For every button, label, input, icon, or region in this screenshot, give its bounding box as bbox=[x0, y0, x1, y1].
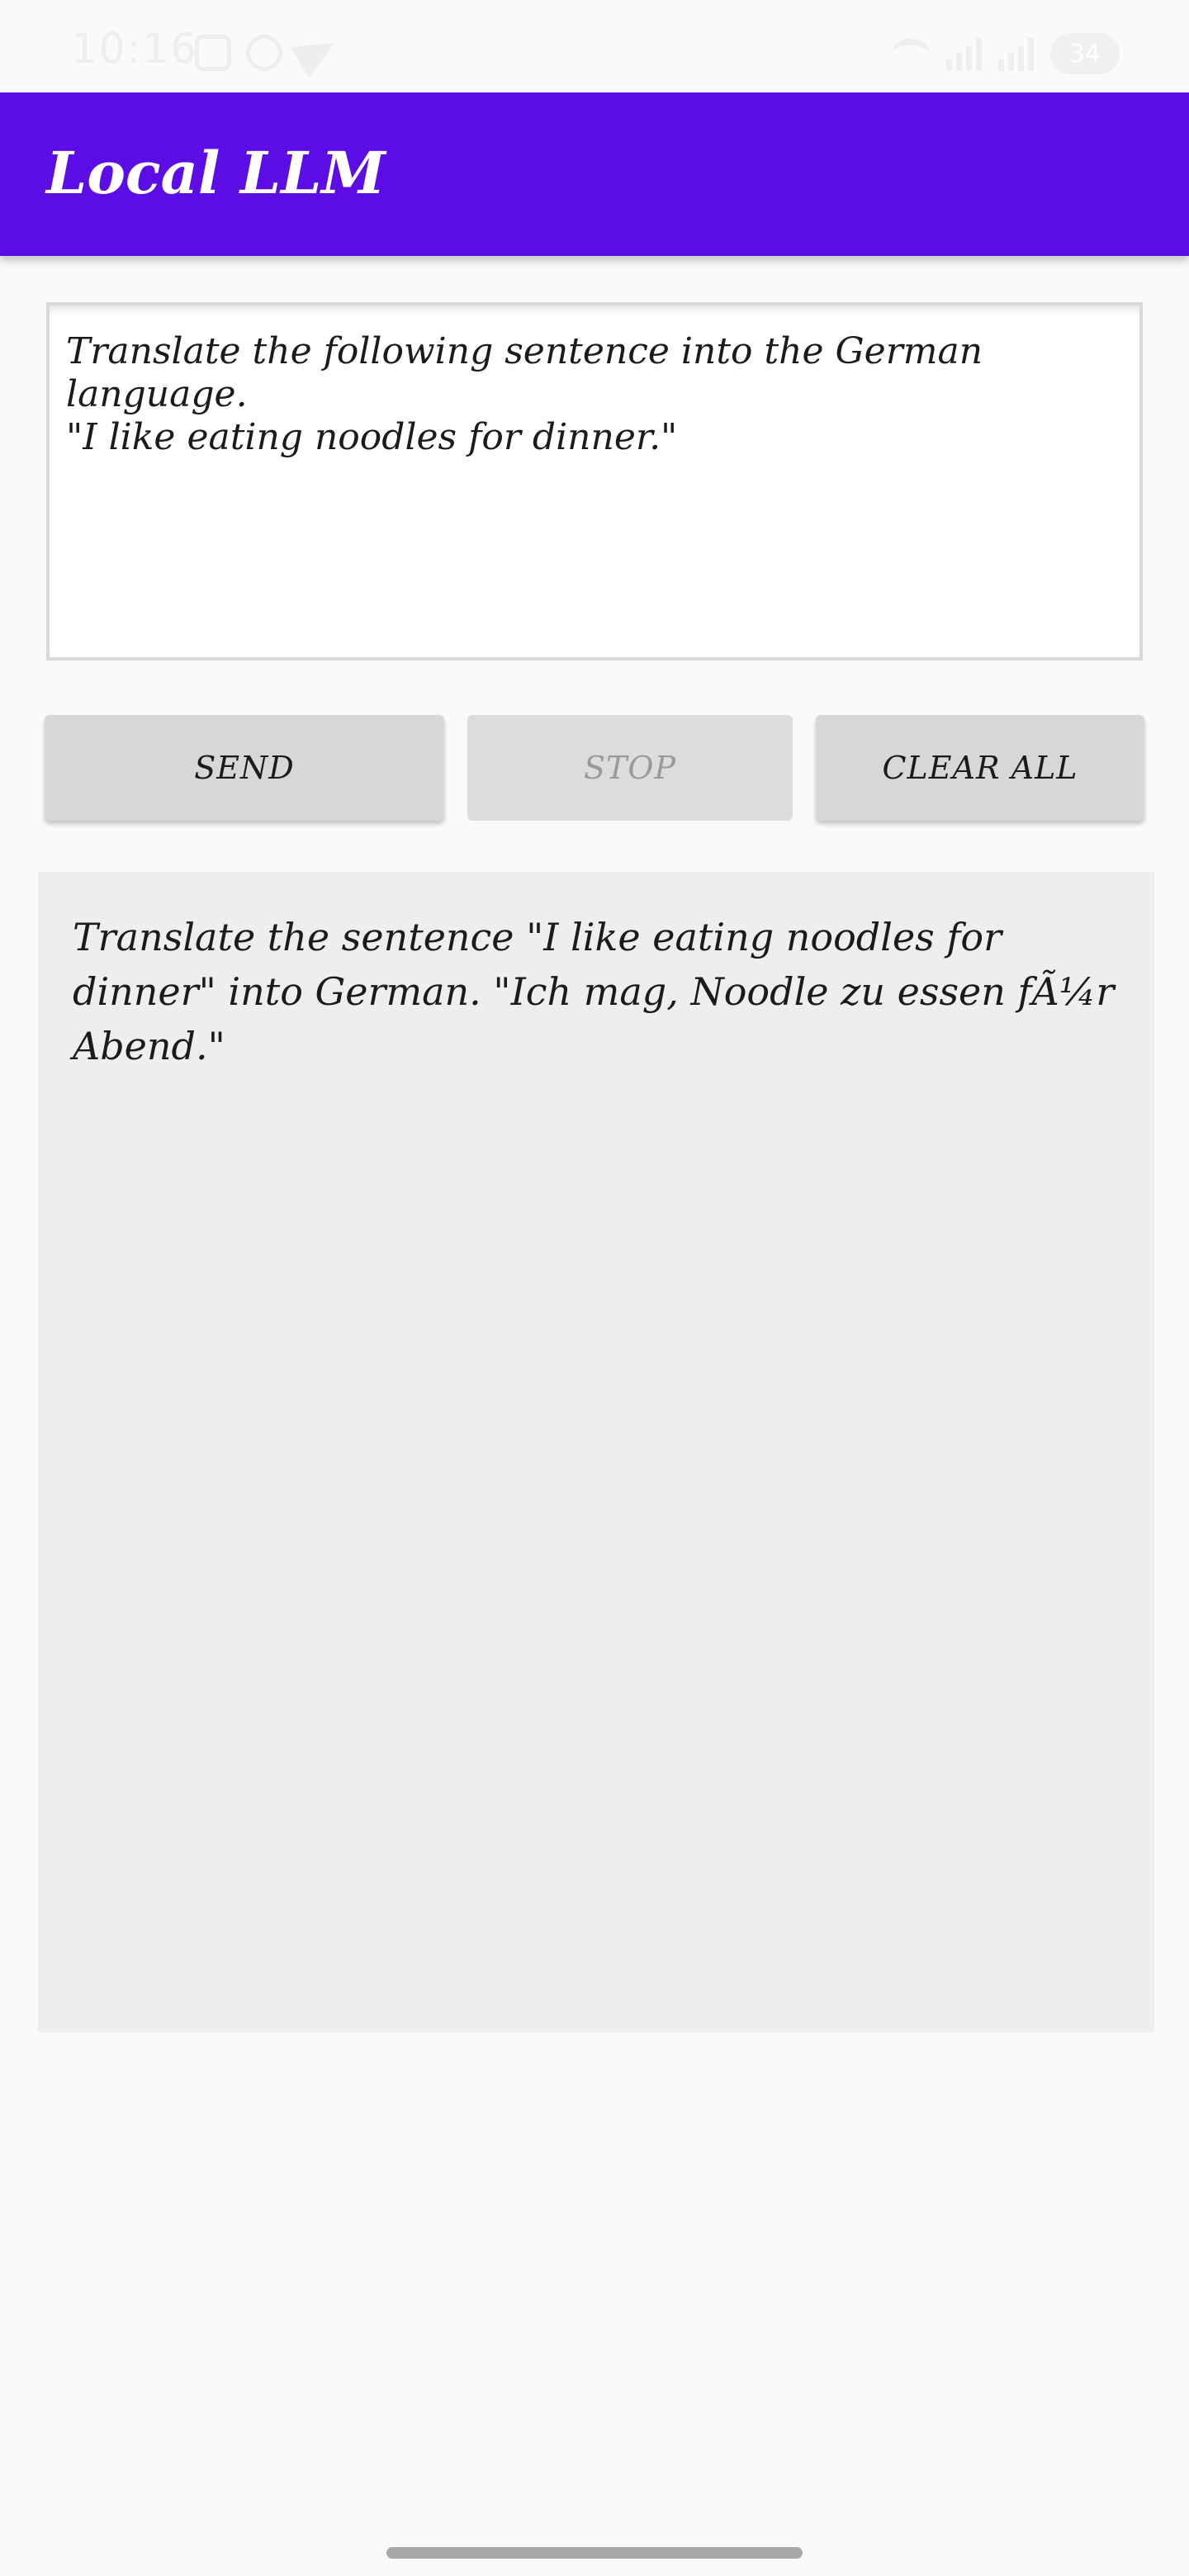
home-indicator[interactable] bbox=[386, 2547, 803, 2559]
app-bar: Local LLM bbox=[0, 92, 1189, 256]
status-time: 10:16 bbox=[71, 25, 199, 73]
vpn-icon bbox=[246, 35, 282, 71]
battery-icon: 34 bbox=[1050, 33, 1120, 74]
wifi-icon bbox=[892, 39, 930, 69]
status-system-icons: 34 bbox=[892, 33, 1120, 74]
response-output: Translate the sentence "I like eating no… bbox=[38, 872, 1154, 2033]
response-text: Translate the sentence "I like eating no… bbox=[73, 915, 1115, 1068]
telegram-icon bbox=[291, 26, 343, 79]
status-bar: 10:16 34 bbox=[0, 0, 1189, 92]
stop-button[interactable]: STOP bbox=[467, 715, 793, 821]
app-title: Local LLM bbox=[46, 139, 386, 207]
clear-all-button[interactable]: CLEAR ALL bbox=[816, 715, 1144, 821]
send-button[interactable]: SEND bbox=[45, 715, 444, 821]
prompt-input[interactable]: Translate the following sentence into th… bbox=[46, 302, 1143, 661]
status-notification-icons bbox=[195, 26, 343, 79]
battery-level: 34 bbox=[1068, 39, 1101, 69]
screenshot-icon bbox=[195, 35, 231, 71]
signal-2-icon bbox=[998, 36, 1034, 71]
signal-icon bbox=[946, 36, 982, 71]
